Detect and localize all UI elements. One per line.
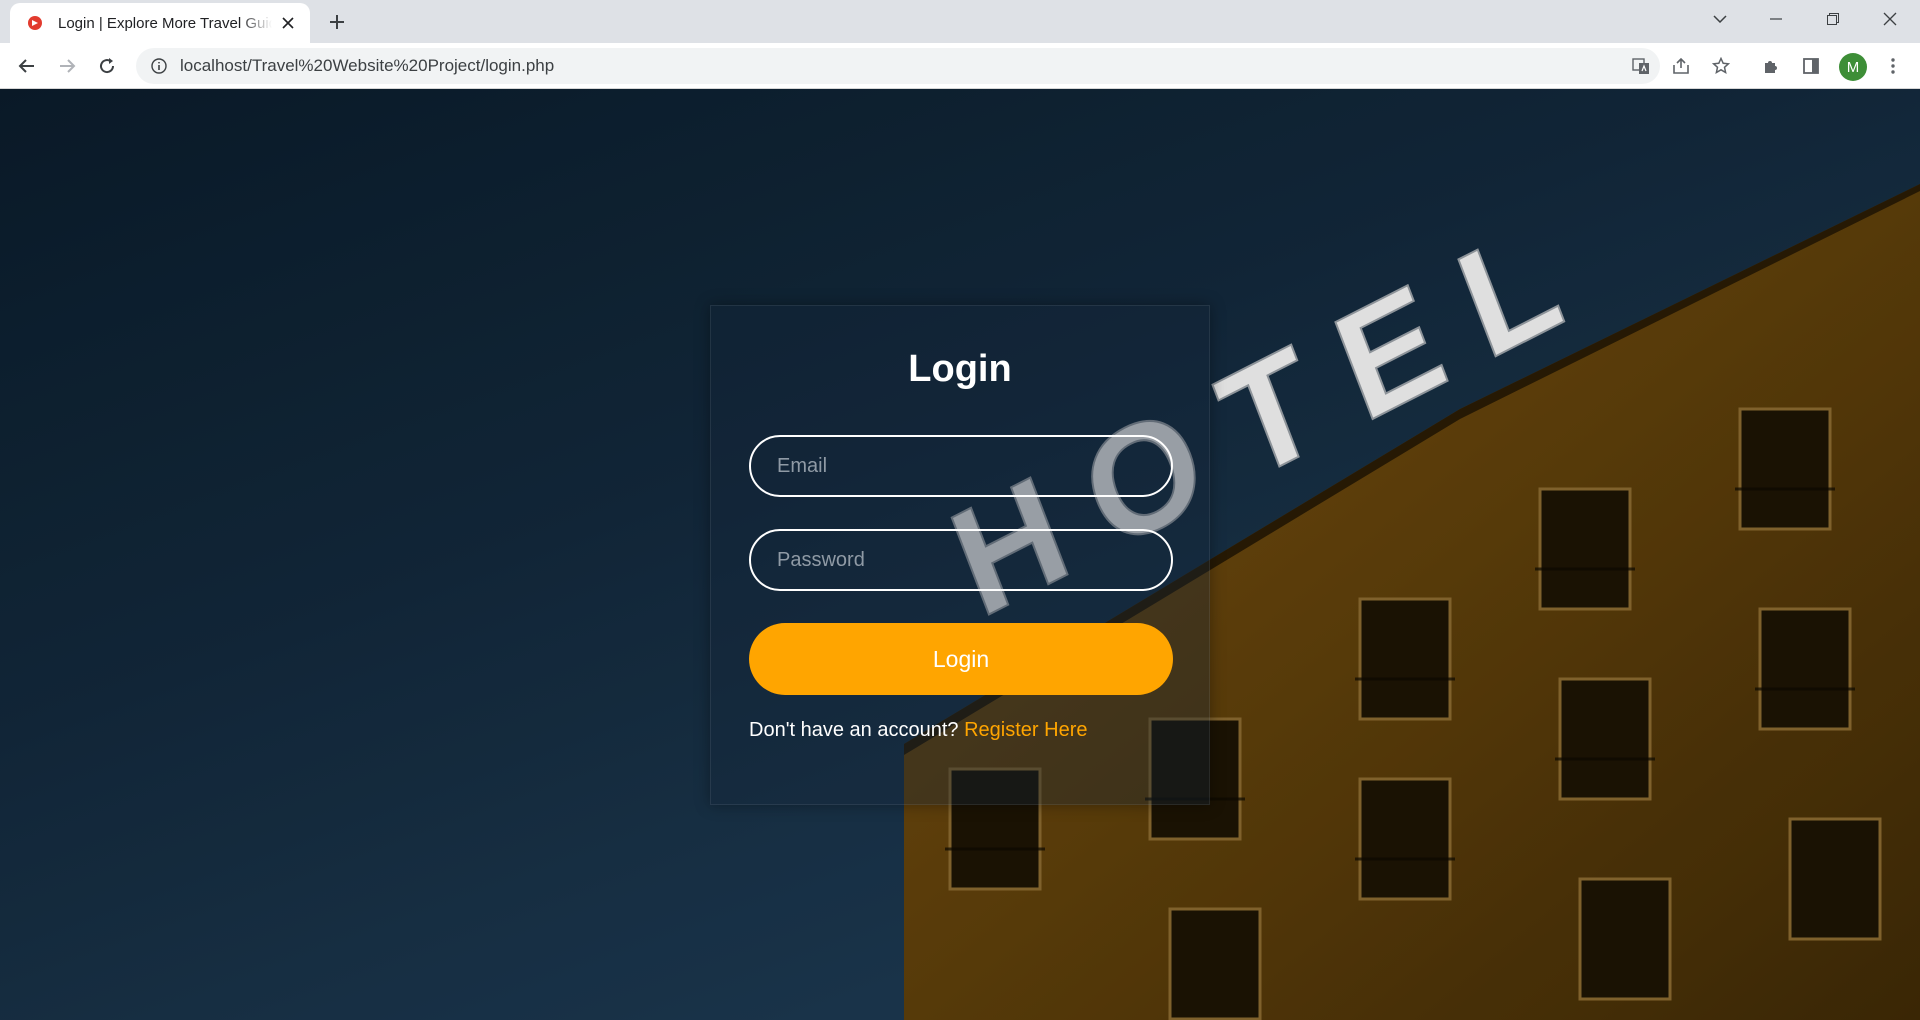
tab-search-button[interactable]	[1692, 0, 1748, 38]
close-icon	[1883, 12, 1897, 26]
page-viewport: HOTEL Login Login Don't have an account?…	[0, 89, 1920, 1020]
plus-icon	[330, 15, 344, 29]
forward-button[interactable]	[51, 50, 83, 82]
chevron-down-icon	[1713, 15, 1727, 23]
star-icon	[1712, 57, 1730, 75]
new-tab-button[interactable]	[322, 9, 352, 35]
tab-strip: Login | Explore More Travel Guide	[0, 0, 1920, 43]
profile-avatar[interactable]: M	[1839, 53, 1867, 81]
browser-tab[interactable]: Login | Explore More Travel Guide	[10, 3, 310, 43]
share-icon	[1673, 57, 1689, 74]
info-icon[interactable]	[150, 57, 168, 75]
email-field[interactable]	[749, 435, 1173, 497]
kebab-menu-icon	[1891, 58, 1895, 74]
share-button[interactable]	[1665, 50, 1697, 82]
register-prompt-text: Don't have an account?	[749, 719, 959, 741]
extensions-button[interactable]	[1755, 50, 1787, 82]
register-link[interactable]: Register Here	[964, 719, 1087, 741]
register-prompt: Don't have an account? Register Here	[749, 719, 1087, 742]
login-title: Login	[908, 348, 1012, 390]
arrow-right-icon	[60, 59, 76, 73]
minimize-button[interactable]	[1748, 0, 1804, 38]
address-bar[interactable]: localhost/Travel%20Website%20Project/log…	[136, 48, 1660, 84]
reload-button[interactable]	[91, 50, 123, 82]
login-card: Login Login Don't have an account? Regis…	[710, 305, 1210, 805]
minimize-icon	[1770, 18, 1782, 20]
translate-icon	[1632, 58, 1649, 74]
password-field[interactable]	[749, 529, 1173, 591]
side-panel-icon	[1803, 58, 1819, 74]
tab-title: Login | Explore More Travel Guide	[58, 14, 272, 32]
travel-site-favicon-icon	[26, 14, 44, 32]
puzzle-icon	[1765, 61, 1777, 73]
reload-icon	[100, 58, 115, 74]
browser-menu-button[interactable]	[1877, 50, 1909, 82]
side-panel-button[interactable]	[1795, 50, 1827, 82]
bookmark-button[interactable]	[1705, 50, 1737, 82]
login-button[interactable]: Login	[749, 623, 1173, 695]
arrow-left-icon	[18, 59, 34, 73]
url-text[interactable]: localhost/Travel%20Website%20Project/log…	[180, 56, 554, 76]
restore-button[interactable]	[1805, 0, 1861, 38]
browser-toolbar: localhost/Travel%20Website%20Project/log…	[0, 43, 1920, 89]
translate-button[interactable]	[1625, 50, 1657, 82]
close-window-button[interactable]	[1862, 0, 1918, 38]
restore-icon	[1827, 13, 1839, 25]
back-button[interactable]	[11, 50, 43, 82]
close-icon[interactable]	[276, 11, 300, 35]
